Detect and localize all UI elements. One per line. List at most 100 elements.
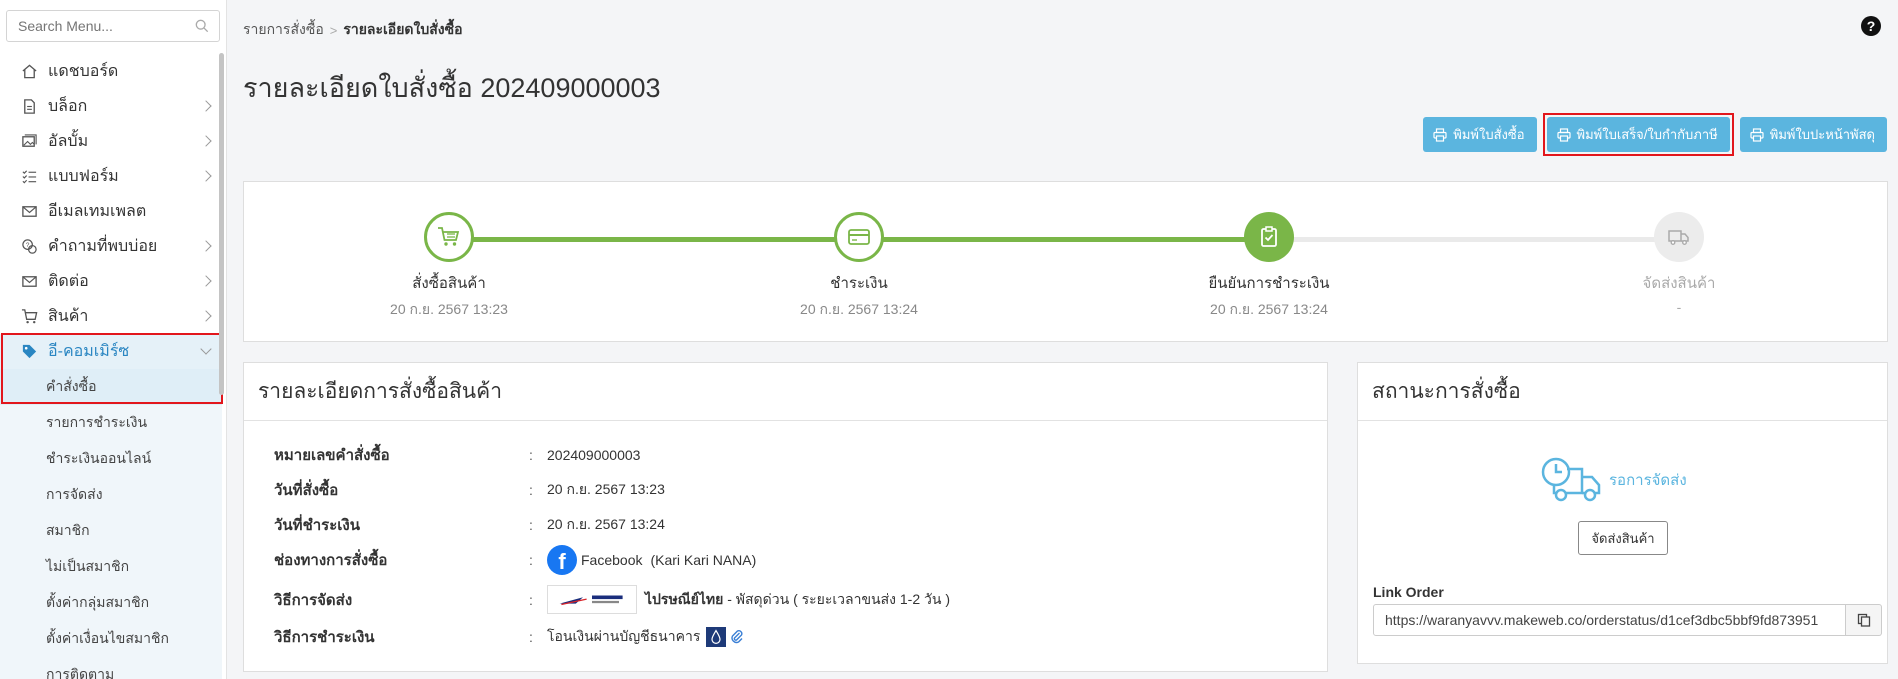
link-order-input[interactable] (1373, 604, 1846, 636)
page-title: รายละเอียดใบสั่งซื้อ 202409000003 (243, 73, 661, 103)
payment-date-row: วันที่ชำระเงิน : 20 ก.ย. 2567 13:24 (274, 513, 665, 537)
order-details-card: รายละเอียดการสั่งซื้อสินค้า หมายเลขคำสั่… (243, 362, 1328, 672)
order-channel-value: f Facebook (Kari Kari NANA) (547, 545, 756, 575)
submenu-item-non-members[interactable]: ไม่เป็นสมาชิก (0, 549, 222, 585)
sidebar-item-label: อัลบั้ม (48, 133, 89, 150)
search-icon[interactable] (195, 19, 209, 33)
step-label: ยืนยันการชำระเงิน (1208, 275, 1330, 292)
submenu-item-orders[interactable]: คำสั่งซื้อ (0, 369, 222, 405)
sidebar-item-label: แบบฟอร์ม (48, 168, 119, 185)
breadcrumb: รายการสั่งซื้อ > รายละเอียดใบสั่งซื้อ (243, 19, 463, 41)
order-number-value: 202409000003 (547, 447, 641, 463)
progress-step-paid: ชำระเงิน 20 ก.ย. 2567 13:24 (769, 212, 949, 321)
sidebar-item-ecommerce[interactable]: อี-คอมเมิร์ซ (0, 334, 222, 369)
print-receipt-label: พิมพ์ใบเสร็จ/ใบกำกับภาษี (1576, 127, 1718, 142)
credit-card-step-icon (834, 212, 884, 262)
step-date: 20 ก.ย. 2567 13:23 (390, 301, 508, 317)
copy-link-button[interactable] (1846, 604, 1882, 636)
print-button-group: พิมพ์ใบสั่งซื้อ พิมพ์ใบเสร็จ/ใบกำกับภาษี… (1417, 113, 1887, 156)
sidebar-item-blog[interactable]: บล็อก (0, 89, 222, 124)
sidebar-item-label: อีเมลเทมเพลต (48, 203, 147, 220)
search-box (6, 10, 220, 42)
submenu-item-shipping[interactable]: การจัดส่ง (0, 477, 222, 513)
thailand-post-logo-icon (547, 585, 637, 614)
clipboard-check-step-icon (1244, 212, 1294, 262)
submenu-item-payment-list[interactable]: รายการชำระเงิน (0, 405, 222, 441)
sidebar-item-label: อี-คอมเมิร์ซ (48, 343, 130, 360)
order-status-title: สถานะการสั่งซื้อ (1358, 363, 1887, 421)
document-icon (20, 98, 38, 116)
order-progress-card: สั่งซื้อสินค้า 20 ก.ย. 2567 13:23 ชำระเง… (243, 181, 1888, 342)
copy-icon (1857, 613, 1870, 627)
order-number-label: หมายเลขคำสั่งซื้อ (274, 447, 390, 464)
shipping-method-value: ไปรษณีย์ไทย - พัสดุด่วน ( ระยะเวลาขนส่ง … (547, 585, 950, 614)
envelope-icon (20, 203, 38, 221)
chevron-right-icon (200, 310, 212, 322)
chevron-right-icon (200, 100, 212, 112)
step-label: สั่งซื้อสินค้า (412, 275, 486, 292)
svg-text:?: ? (25, 242, 29, 249)
paperclip-icon[interactable] (730, 629, 744, 645)
sidebar-item-label: แดชบอร์ด (48, 63, 119, 80)
sidebar-item-dashboard[interactable]: แดชบอร์ด (0, 54, 222, 89)
progress-step-shipped: จัดส่งสินค้า - (1589, 212, 1769, 315)
cart-step-icon (424, 212, 474, 262)
submenu-item-members[interactable]: สมาชิก (0, 513, 222, 549)
step-date: 20 ก.ย. 2567 13:24 (800, 301, 918, 317)
ship-order-button[interactable]: จัดส่งสินค้า (1578, 521, 1668, 555)
colon: : (529, 552, 533, 568)
sidebar-item-email-template[interactable]: อีเมลเทมเพลต (0, 194, 222, 229)
payment-method-row: วิธีการชำระเงิน : โอนเงินผ่านบัญชีธนาคาร (274, 625, 744, 649)
home-icon (20, 63, 38, 81)
step-label: จัดส่งสินค้า (1642, 275, 1716, 292)
sidebar-item-album[interactable]: อัลบั้ม (0, 124, 222, 159)
print-label-button[interactable]: พิมพ์ใบปะหน้าพัสดุ (1739, 117, 1887, 152)
sidebar-item-forms[interactable]: แบบฟอร์ม (0, 159, 222, 194)
order-number-row: หมายเลขคำสั่งซื้อ : 202409000003 (274, 443, 640, 467)
print-order-button[interactable]: พิมพ์ใบสั่งซื้อ (1423, 117, 1537, 152)
progress-step-ordered: สั่งซื้อสินค้า 20 ก.ย. 2567 13:23 (359, 212, 539, 321)
delivery-truck-clock-icon (1541, 457, 1601, 502)
order-date-row: วันที่สั่งซื้อ : 20 ก.ย. 2567 13:23 (274, 478, 665, 502)
shipping-method-row: วิธีการจัดส่ง : ไปรษณีย์ไทย - พัสดุด่วน … (274, 585, 950, 614)
submenu-item-online-payment[interactable]: ชำระเงินออนไลน์ (0, 441, 222, 477)
print-label-label: พิมพ์ใบปะหน้าพัสดุ (1769, 127, 1875, 142)
envelope-icon (20, 273, 38, 291)
print-receipt-button[interactable]: พิมพ์ใบเสร็จ/ใบกำกับภาษี (1546, 117, 1730, 152)
ecommerce-submenu: คำสั่งซื้อ รายการชำระเงิน ชำระเงินออนไลน… (0, 369, 222, 679)
shipping-method-label: วิธีการจัดส่ง (274, 591, 353, 609)
colon: : (529, 517, 533, 533)
sidebar-item-label: คำถามที่พบบ่อย (48, 238, 158, 255)
submenu-item-member-conditions[interactable]: ตั้งค่าเงื่อนไขสมาชิก (0, 621, 222, 657)
submenu-item-tracking[interactable]: การติดตาม (0, 657, 222, 679)
submenu-item-member-groups[interactable]: ตั้งค่ากลุ่มสมาชิก (0, 585, 222, 621)
sidebar-item-faq[interactable]: ? คำถามที่พบบ่อย (0, 229, 222, 264)
sidebar-item-products[interactable]: สินค้า (0, 299, 222, 334)
printer-icon (1556, 127, 1571, 142)
faq-icon: ? (20, 238, 38, 256)
printer-icon (1750, 127, 1764, 142)
sidebar-item-label: บล็อก (48, 98, 88, 115)
colon: : (529, 482, 533, 498)
help-icon[interactable]: ? (1860, 15, 1882, 37)
form-list-icon (20, 168, 38, 186)
sidebar: แดชบอร์ด บล็อก อัลบั้ม แบบฟอร์ม อีเมลเทม… (0, 0, 227, 679)
colon: : (529, 629, 533, 645)
shipping-status: รอการจัดส่ง (1540, 455, 1687, 505)
delivery-truck-step-icon (1654, 212, 1704, 262)
order-date-value: 20 ก.ย. 2567 13:23 (547, 481, 665, 497)
sidebar-menu: แดชบอร์ด บล็อก อัลบั้ม แบบฟอร์ม อีเมลเทม… (0, 54, 222, 679)
sidebar-item-label: สินค้า (48, 308, 89, 325)
shipping-detail: - พัสดุด่วน ( ระยะเวลาขนส่ง 1-2 วัน ) (723, 590, 950, 607)
order-channel-label: ช่องทางการสั่งซื้อ (274, 552, 388, 569)
search-input[interactable] (7, 11, 187, 41)
order-details-title: รายละเอียดการสั่งซื้อสินค้า (244, 363, 1327, 421)
sidebar-item-contact[interactable]: ติดต่อ (0, 264, 222, 299)
breadcrumb-parent-link[interactable]: รายการสั่งซื้อ (243, 19, 324, 41)
sidebar-scrollbar[interactable] (219, 53, 224, 395)
highlight-box: พิมพ์ใบเสร็จ/ใบกำกับภาษี (1542, 113, 1734, 156)
tag-icon (20, 343, 38, 361)
chevron-right-icon (200, 275, 212, 287)
channel-name: Facebook (581, 552, 643, 568)
order-date-label: วันที่สั่งซื้อ (274, 482, 339, 499)
